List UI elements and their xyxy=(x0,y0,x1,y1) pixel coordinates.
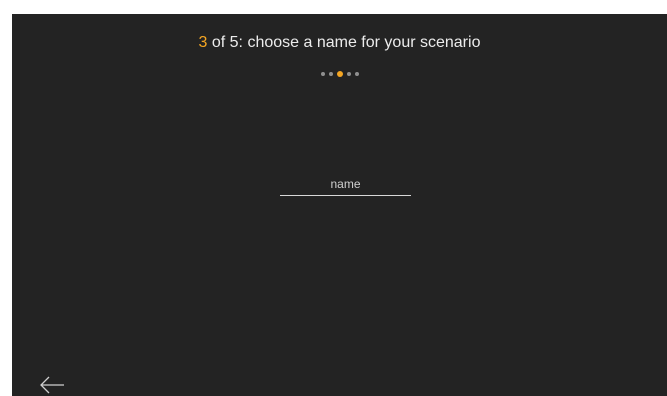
step-dot-4 xyxy=(346,72,351,76)
step-indicator xyxy=(12,70,667,78)
step-title: of 5: choose a name for your scenario xyxy=(207,34,481,51)
step-dot-1 xyxy=(320,72,325,76)
step-dot-5 xyxy=(354,72,359,76)
wizard-screen: 3 of 5: choose a name for your scenario xyxy=(12,14,667,396)
scenario-name-input[interactable] xyxy=(280,175,411,196)
wizard-header: 3 of 5: choose a name for your scenario xyxy=(12,33,667,53)
back-button[interactable] xyxy=(38,374,66,396)
arrow-left-icon xyxy=(40,376,64,394)
step-dot-2 xyxy=(328,72,333,76)
step-dot-3 xyxy=(336,71,343,77)
